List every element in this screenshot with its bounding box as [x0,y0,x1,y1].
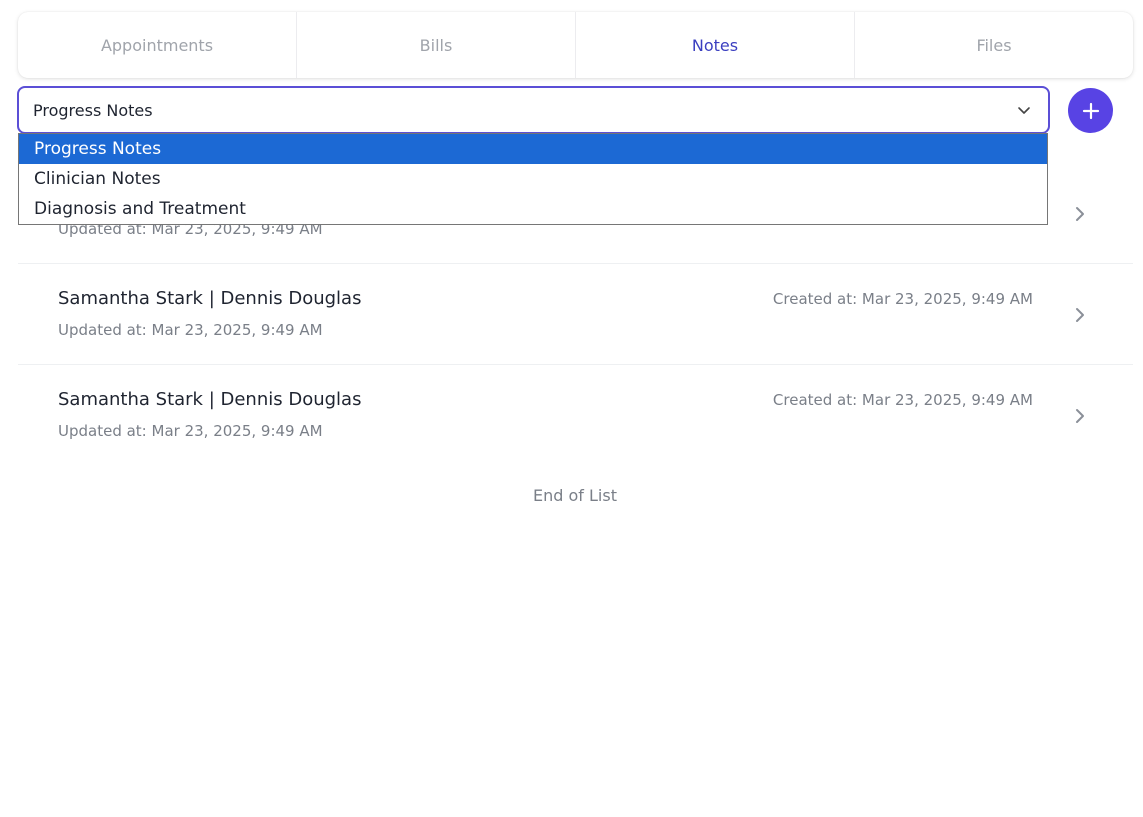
tab-notes[interactable]: Notes [576,12,855,78]
option-clinician-notes[interactable]: Clinician Notes [19,164,1047,194]
chevron-down-icon [1018,107,1030,114]
option-diagnosis-and-treatment[interactable]: Diagnosis and Treatment [19,194,1047,224]
notes-page: Appointments Bills Notes Files Progress … [0,0,1143,817]
tab-label: Notes [691,35,739,55]
note-title: Samantha Stark | Dennis Douglas [58,288,362,309]
note-updated: Updated at: Mar 23, 2025, 9:49 AM [58,321,323,339]
note-created: Created at: Mar 23, 2025, 9:49 AM [772,290,1033,308]
note-type-select[interactable]: Progress Notes [17,86,1050,134]
chevron-right-icon [1076,409,1084,423]
tab-label: Files [976,35,1012,55]
select-value: Progress Notes [33,100,153,120]
tab-bills[interactable]: Bills [297,12,576,78]
tab-bar: Appointments Bills Notes Files [18,12,1133,78]
plus-icon [1082,102,1099,119]
tab-label: Appointments [100,35,214,55]
list-item[interactable]: Samantha Stark | Dennis Douglas Updated … [18,264,1133,365]
option-progress-notes[interactable]: Progress Notes [19,134,1047,164]
chevron-right-icon [1076,207,1084,221]
chevron-right-icon [1076,308,1084,322]
list-item[interactable]: Samantha Stark | Dennis Douglas Updated … [18,365,1133,466]
note-created: Created at: Mar 23, 2025, 9:49 AM [772,391,1033,409]
note-title: Samantha Stark | Dennis Douglas [58,389,362,410]
end-of-list-label: End of List [533,486,617,505]
tab-label: Bills [419,35,453,55]
tab-appointments[interactable]: Appointments [18,12,297,78]
note-type-dropdown: Progress Notes Clinician Notes Diagnosis… [18,133,1048,225]
tab-files[interactable]: Files [855,12,1133,78]
note-updated: Updated at: Mar 23, 2025, 9:49 AM [58,422,323,440]
add-note-button[interactable] [1068,88,1113,133]
